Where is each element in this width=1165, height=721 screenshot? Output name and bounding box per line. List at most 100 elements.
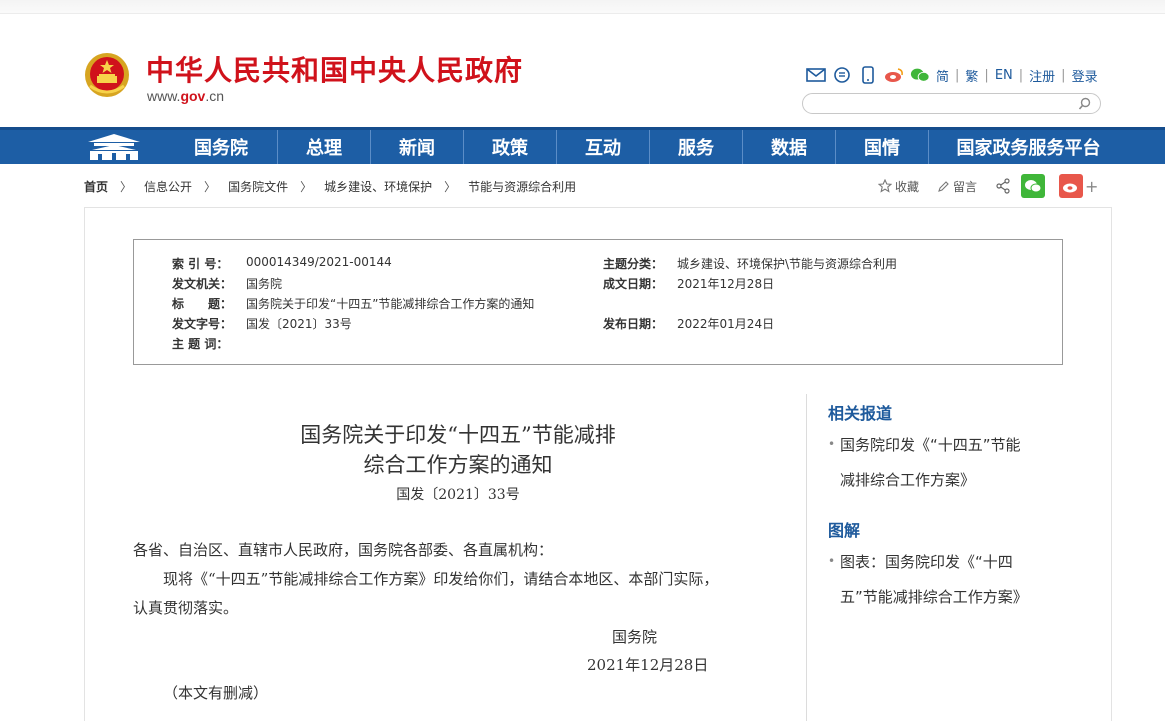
published-label: 发布日期： — [603, 317, 664, 331]
nav-item-data[interactable]: 数据 — [742, 130, 835, 164]
nav-item-state-council[interactable]: 国务院 — [165, 130, 277, 164]
english-link[interactable]: EN — [995, 68, 1013, 83]
pencil-icon — [938, 180, 949, 192]
breadcrumb-separator: 〉 — [444, 180, 457, 194]
search-input[interactable] — [813, 96, 1073, 111]
breadcrumb-urban-environment[interactable]: 城乡建设、环境保护 — [324, 178, 432, 195]
docno-label: 发文字号： — [172, 317, 233, 331]
share-icon — [996, 178, 1010, 194]
docno-value: 国发〔2021〕33号 — [246, 317, 352, 331]
search-box — [802, 93, 1101, 114]
graphic-line2[interactable]: 五”节能减排综合工作方案》 — [828, 580, 1068, 615]
article-title: 国务院关于印发“十四五”节能减排 综合工作方案的通知 — [133, 420, 783, 480]
graphics-heading: 图解 — [828, 521, 861, 540]
share-button[interactable] — [995, 178, 1011, 194]
domain-gov: gov — [180, 88, 206, 104]
nav-item-national-info[interactable]: 国情 — [835, 130, 928, 164]
info-title-row: 标 题： 国务院关于印发“十四五”节能减排综合工作方案的通知 — [172, 295, 534, 312]
favorite-button[interactable]: 收藏 — [878, 178, 919, 195]
issuer-value: 国务院 — [246, 277, 283, 291]
nav-item-news[interactable]: 新闻 — [370, 130, 463, 164]
comment-label: 留言 — [953, 179, 978, 194]
info-published-row: 发布日期： 2022年01月24日 — [603, 315, 774, 332]
favorite-label: 收藏 — [895, 179, 920, 194]
national-emblem-icon[interactable] — [84, 52, 130, 98]
info-issuer-row: 发文机关： 国务院 — [172, 275, 282, 292]
domain-prefix: www. — [147, 88, 181, 104]
main-nav: 国务院 总理 新闻 政策 互动 服务 数据 国情 国家政务服务平台 — [0, 127, 1165, 164]
header-toolbar: 简 | 繁 | EN | 注册 | 登录 — [806, 64, 1098, 86]
mobile-icon[interactable] — [858, 65, 878, 85]
index-value: 000014349/2021-00144 — [246, 255, 392, 269]
breadcrumb-info-disclosure[interactable]: 信息公开 — [144, 178, 192, 195]
info-docno-row: 发文字号： 国发〔2021〕33号 — [172, 315, 352, 332]
topic-value: 城乡建设、环境保护\节能与资源综合利用 — [677, 257, 898, 271]
info-created-row: 成文日期： 2021年12月28日 — [603, 275, 774, 292]
info-topic-row: 主题分类： 城乡建设、环境保护\节能与资源综合利用 — [603, 255, 897, 272]
related-reports-heading: 相关报道 — [828, 404, 893, 423]
nav-item-premier[interactable]: 总理 — [277, 130, 370, 164]
graphic-line1[interactable]: 图表：国务院印发《“十四 — [828, 545, 1068, 580]
share-weibo-button[interactable] — [1059, 174, 1084, 198]
related-report-line2[interactable]: 减排综合工作方案》 — [828, 463, 1068, 498]
site-title[interactable]: 中华人民共和国中央人民政府 — [146, 49, 523, 89]
comment-button[interactable]: 留言 — [937, 178, 977, 195]
related-report-link[interactable]: • 国务院印发《“十四五”节能 减排综合工作方案》 — [828, 428, 1068, 498]
nav-item-policy[interactable]: 政策 — [463, 130, 556, 164]
keywords-label: 主 题 词： — [172, 337, 229, 351]
nav-item-services[interactable]: 服务 — [649, 130, 742, 164]
issuer-label: 发文机关： — [172, 277, 233, 291]
traditional-chinese-link[interactable]: 繁 — [965, 66, 978, 85]
register-link[interactable]: 注册 — [1029, 66, 1055, 85]
mail-icon[interactable] — [806, 65, 826, 85]
topic-label: 主题分类： — [603, 257, 664, 271]
article-salutation: 各省、自治区、直辖市人民政府，国务院各部委、各直属机构： — [133, 541, 554, 559]
breadcrumb-separator: 〉 — [120, 180, 133, 194]
article-body-line2: 认真贯彻落实。 — [133, 599, 239, 617]
article-note: （本文有删减） — [163, 684, 269, 702]
domain-suffix: .cn — [205, 88, 225, 104]
title-label: 标 题： — [172, 297, 233, 311]
bullet: • — [828, 554, 836, 568]
site-header: 中华人民共和国中央人民政府 www.gov.cn 简 | 繁 | EN | 注册… — [0, 14, 1165, 127]
breadcrumb: 首页 〉 信息公开 〉 国务院文件 〉 城乡建设、环境保护 〉 节能与资源综合利… — [84, 178, 576, 195]
top-strip — [0, 0, 1165, 14]
info-index-row: 索 引 号： 000014349/2021-00144 — [172, 255, 392, 272]
bullet: • — [828, 437, 836, 451]
nav-list: 国务院 总理 新闻 政策 互动 服务 数据 国情 国家政务服务平台 — [165, 130, 1128, 164]
breadcrumb-separator: 〉 — [300, 180, 313, 194]
document-info-table: 索 引 号： 000014349/2021-00144 主题分类： 城乡建设、环境保… — [133, 239, 1063, 365]
feed-icon[interactable] — [832, 65, 852, 85]
star-icon — [878, 179, 892, 193]
sidebar-divider — [806, 394, 807, 721]
separator: | — [1061, 67, 1066, 83]
wechat-icon[interactable] — [910, 65, 930, 85]
article-title-line2: 综合工作方案的通知 — [363, 453, 553, 477]
weibo-icon[interactable] — [884, 65, 904, 85]
nav-item-interaction[interactable]: 互动 — [556, 130, 649, 164]
login-link[interactable]: 登录 — [1072, 66, 1098, 85]
article-title-line1: 国务院关于印发“十四五”节能减排 — [300, 423, 616, 447]
breadcrumb-state-council-docs[interactable]: 国务院文件 — [228, 178, 288, 195]
breadcrumb-energy-saving[interactable]: 节能与资源综合利用 — [468, 178, 576, 195]
wechat-icon — [1025, 180, 1042, 193]
share-wechat-button[interactable] — [1021, 174, 1046, 198]
created-value: 2021年12月28日 — [677, 277, 775, 291]
article-date: 2021年12月28日 — [587, 656, 709, 674]
related-report-line1[interactable]: 国务院印发《“十四五”节能 — [828, 428, 1068, 463]
more-share-button[interactable]: + — [1085, 177, 1098, 196]
separator: | — [984, 67, 989, 83]
tiananmen-icon[interactable] — [84, 132, 144, 162]
article-body-line1: 现将《“十四五”节能减排综合工作方案》印发给你们，请结合本地区、本部门实际， — [163, 570, 719, 588]
article-actions: 收藏 留言 + — [878, 174, 1098, 198]
breadcrumb-separator: 〉 — [204, 180, 217, 194]
search-icon[interactable] — [1078, 97, 1092, 111]
created-label: 成文日期： — [603, 277, 664, 291]
breadcrumb-home[interactable]: 首页 — [84, 178, 108, 195]
simplified-chinese-link[interactable]: 简 — [936, 66, 949, 85]
published-value: 2022年01月24日 — [677, 317, 775, 331]
nav-item-service-platform[interactable]: 国家政务服务平台 — [928, 130, 1128, 164]
title-value: 国务院关于印发“十四五”节能减排综合工作方案的通知 — [246, 297, 535, 311]
graphic-link[interactable]: • 图表：国务院印发《“十四 五”节能减排综合工作方案》 — [828, 545, 1068, 615]
article-signature: 国务院 — [612, 628, 658, 646]
